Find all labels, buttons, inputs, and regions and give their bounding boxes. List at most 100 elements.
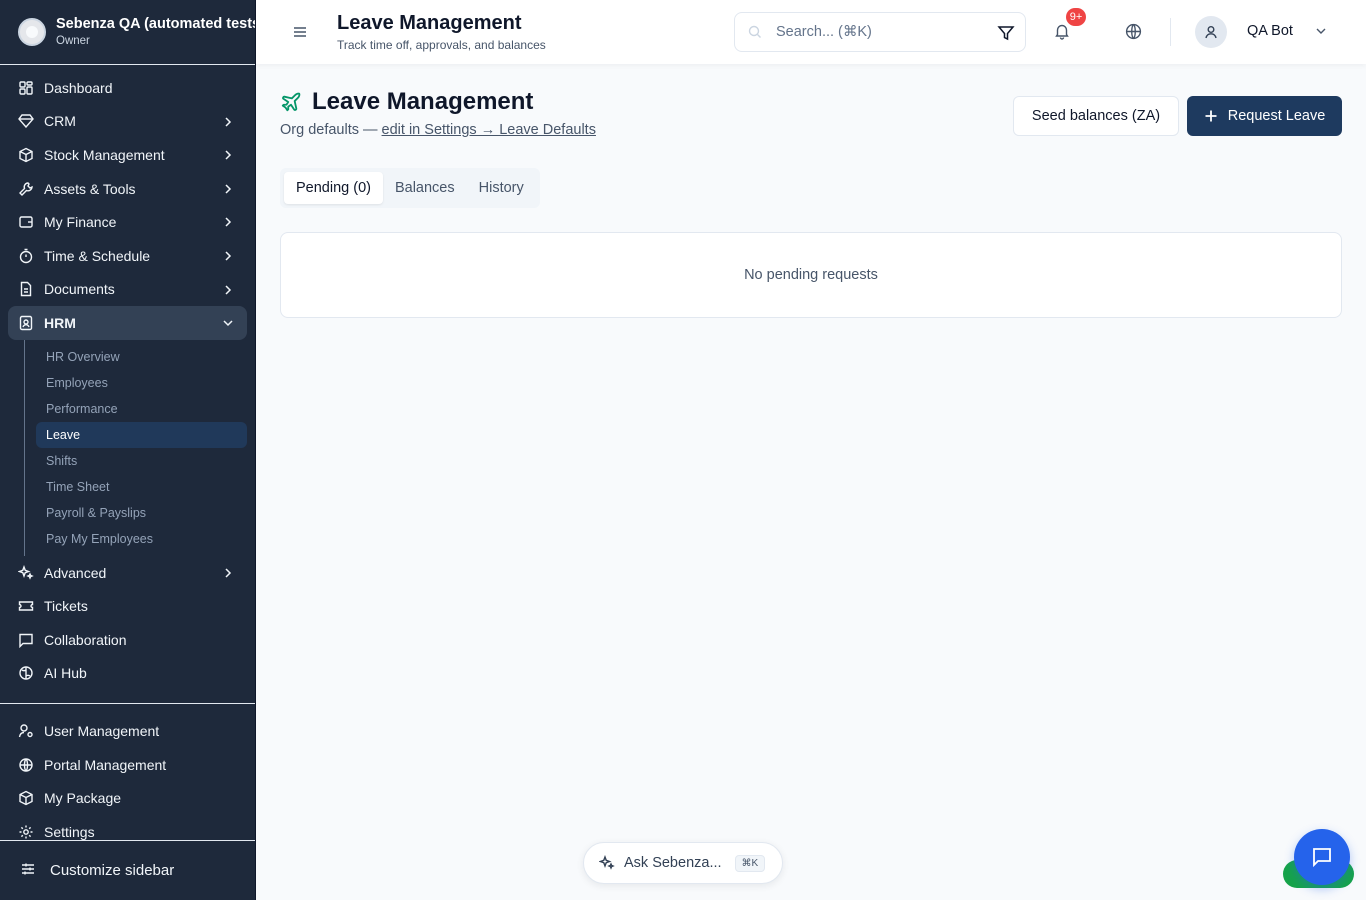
page-title: Leave Management: [312, 88, 534, 115]
sidebar-item-tickets[interactable]: Tickets: [8, 589, 247, 623]
sidebar-item-label: Collaboration: [44, 631, 127, 648]
sidebar-item-label: My Package: [44, 790, 122, 807]
hrm-submenu: HR Overview Employees Performance Leave …: [24, 339, 255, 556]
hrm-icon: [18, 315, 34, 331]
chevron-right-icon: [225, 568, 232, 578]
sidebar-item-collaboration[interactable]: Collaboration: [8, 623, 247, 657]
sidebar-item-label: CRM: [44, 113, 76, 130]
brain-icon: [18, 665, 34, 681]
sidebar-item-assets[interactable]: Assets & Tools: [8, 172, 247, 206]
user-name[interactable]: QA Bot: [1247, 23, 1293, 39]
chat-button[interactable]: [1294, 829, 1350, 885]
ticket-icon: [18, 598, 34, 614]
sidebar-item-time[interactable]: Time & Schedule: [8, 239, 247, 273]
filter-icon[interactable]: [997, 24, 1015, 42]
chevron-down-icon[interactable]: [1314, 24, 1328, 38]
tab-balances[interactable]: Balances: [383, 172, 467, 204]
seed-balances-button[interactable]: Seed balances (ZA): [1013, 96, 1179, 136]
sidebar-item-label: Portal Management: [44, 756, 167, 773]
chevron-right-icon: [225, 217, 232, 227]
sidebar-item-label: Settings: [44, 823, 95, 840]
sidebar-item-documents[interactable]: Documents: [8, 273, 247, 307]
sparkles-icon: [18, 564, 34, 581]
sparkles-icon: [599, 855, 615, 870]
sidebar-subitem-time-sheet[interactable]: Time Sheet: [36, 474, 247, 500]
shortcut-hint: ⌘K: [734, 854, 766, 872]
tab-pending[interactable]: Pending (0): [284, 172, 383, 204]
org-name: Sebenza QA (automated tests): [56, 16, 255, 32]
plus-icon: [1205, 110, 1217, 122]
sidebar-item-label: AI Hub: [44, 665, 87, 682]
sidebar-item-hrm[interactable]: HRM: [8, 306, 247, 340]
diamond-icon: [18, 113, 34, 129]
sidebar-item-label: Advanced: [44, 564, 107, 581]
sidebar-item-label: Time & Schedule: [44, 247, 151, 264]
gear-icon: [18, 824, 34, 840]
chevron-right-icon: [225, 285, 232, 295]
sidebar-subitem-shifts[interactable]: Shifts: [36, 448, 247, 474]
ask-assistant-button[interactable]: Ask Sebenza... ⌘K: [583, 842, 783, 884]
main-nav: Dashboard CRM Stock Management Assets & …: [0, 65, 255, 849]
sliders-icon: [20, 861, 36, 881]
user-icon: [1205, 26, 1217, 39]
avatar[interactable]: [1195, 16, 1227, 48]
sidebar-subitem-payroll[interactable]: Payroll & Payslips: [36, 500, 247, 526]
search-placeholder: Search... (⌘K): [776, 24, 872, 40]
chat-icon: [1313, 848, 1331, 868]
customize-sidebar-button[interactable]: Customize sidebar: [0, 840, 255, 900]
search-input[interactable]: Search... (⌘K): [734, 12, 1026, 52]
org-switcher[interactable]: Sebenza QA (automated tests) Owner: [0, 0, 255, 65]
request-leave-button[interactable]: Request Leave: [1187, 96, 1342, 136]
sidebar-item-label: HRM: [44, 314, 76, 331]
sidebar-item-my-package[interactable]: My Package: [8, 781, 247, 815]
package-icon: [18, 790, 34, 806]
bell-icon[interactable]: [1053, 22, 1071, 40]
sidebar-subitem-performance[interactable]: Performance: [36, 396, 247, 422]
sidebar-subitem-leave[interactable]: Leave: [36, 421, 247, 448]
chevron-right-icon: [225, 184, 232, 194]
plane-icon: [281, 92, 301, 112]
chevron-right-icon: [225, 117, 232, 127]
notification-badge: 9+: [1066, 8, 1086, 26]
sidebar-item-user-management[interactable]: User Management: [8, 714, 247, 748]
package-icon: [18, 147, 34, 163]
sidebar-item-finance[interactable]: My Finance: [8, 205, 247, 239]
chevron-right-icon: [225, 150, 232, 160]
sidebar-divider: [0, 703, 255, 705]
sidebar-item-dashboard[interactable]: Dashboard: [8, 71, 247, 105]
search-icon: [748, 25, 761, 38]
topbar: Leave Management Track time off, approva…: [256, 0, 1366, 64]
wrench-icon: [18, 181, 34, 197]
sidebar-item-label: Tickets: [44, 598, 88, 615]
empty-state-message: No pending requests: [744, 267, 878, 283]
sidebar-item-label: My Finance: [44, 214, 117, 231]
sidebar-item-label: Assets & Tools: [44, 180, 136, 197]
org-defaults-prefix: Org defaults —: [280, 122, 378, 138]
sidebar-item-ai-hub[interactable]: AI Hub: [8, 657, 247, 691]
leave-defaults-link[interactable]: edit in Settings → Leave Defaults: [382, 122, 596, 138]
topbar-title: Leave Management: [337, 12, 522, 34]
sidebar-item-portal-management[interactable]: Portal Management: [8, 748, 247, 782]
sidebar-subitem-hr-overview[interactable]: HR Overview: [36, 344, 247, 370]
org-defaults-note: Org defaults — edit in Settings → Leave …: [280, 122, 596, 138]
org-avatar: [18, 18, 46, 46]
sidebar: Sebenza QA (automated tests) Owner Dashb…: [0, 0, 256, 900]
sidebar-item-advanced[interactable]: Advanced: [8, 556, 247, 590]
globe-icon[interactable]: [1125, 23, 1142, 40]
empty-state: No pending requests: [280, 232, 1342, 318]
sidebar-item-label: Documents: [44, 281, 115, 298]
menu-icon[interactable]: [292, 24, 308, 40]
sidebar-item-label: Stock Management: [44, 146, 165, 163]
org-role: Owner: [56, 35, 90, 47]
sidebar-item-label: User Management: [44, 722, 160, 739]
sidebar-subitem-pay-employees[interactable]: Pay My Employees: [36, 526, 247, 552]
sidebar-item-label: Dashboard: [44, 79, 113, 96]
dashboard-icon: [18, 80, 34, 96]
sidebar-subitem-employees[interactable]: Employees: [36, 370, 247, 396]
sidebar-item-crm[interactable]: CRM: [8, 105, 247, 139]
request-leave-label: Request Leave: [1227, 108, 1326, 124]
tab-history[interactable]: History: [467, 172, 536, 204]
sidebar-item-stock[interactable]: Stock Management: [8, 138, 247, 172]
wallet-icon: [18, 214, 34, 230]
customize-sidebar-label: Customize sidebar: [50, 862, 175, 879]
